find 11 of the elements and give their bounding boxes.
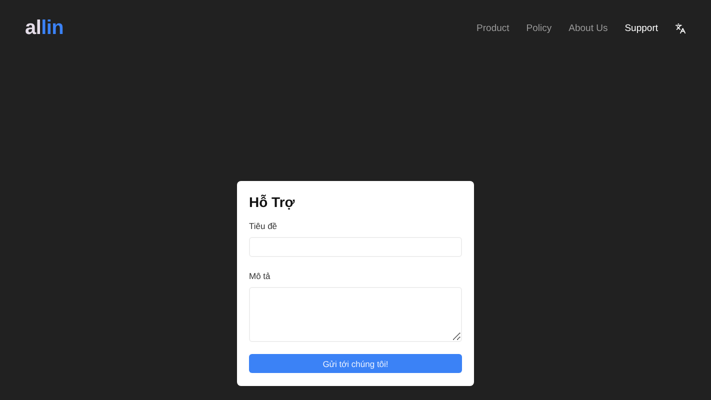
nav-link[interactable]: Support: [624, 23, 658, 34]
nav-link[interactable]: Product: [476, 23, 510, 34]
nav-link[interactable]: Policy: [526, 23, 552, 34]
field-label: Tiêu đề: [249, 221, 278, 231]
text-area[interactable]: [249, 286, 462, 342]
logo[interactable]: allin: [25, 17, 64, 40]
field-label: Mô tả: [249, 270, 272, 281]
translate-icon[interactable]: [675, 23, 686, 34]
form-title: Hỗ Trợ: [249, 194, 296, 210]
nav-link[interactable]: About Us: [568, 23, 608, 34]
submit-button[interactable]: Gửi tới chúng tôi!: [249, 354, 462, 373]
